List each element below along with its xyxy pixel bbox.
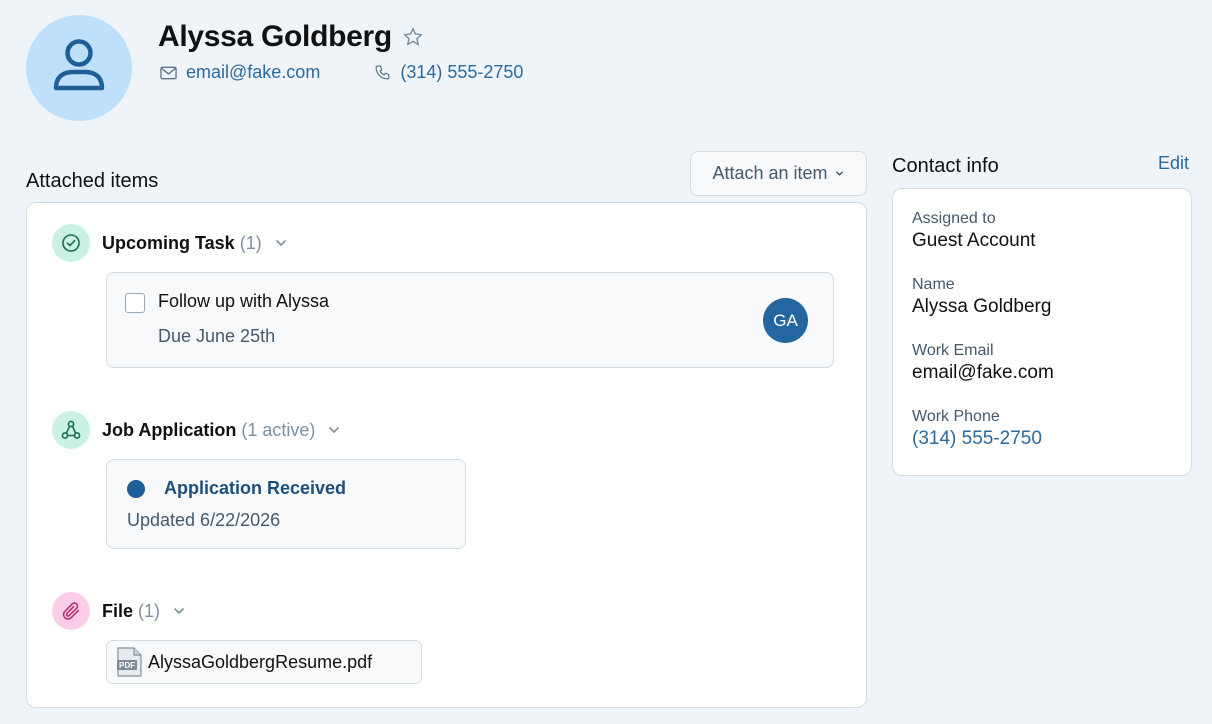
edit-contact-link[interactable]: Edit — [1158, 153, 1189, 174]
chevron-down-icon — [834, 168, 845, 179]
file-name: AlyssaGoldbergResume.pdf — [148, 651, 373, 672]
field-label: Work Phone — [912, 408, 1000, 425]
name-row: Alyssa Goldberg — [158, 20, 424, 54]
file-count: (1) — [138, 600, 161, 621]
assignee-avatar[interactable]: GA — [763, 298, 808, 343]
job-application-count: (1 active) — [241, 419, 316, 440]
user-icon — [49, 36, 109, 101]
task-title: Follow up with Alyssa — [158, 291, 330, 311]
check-circle-icon — [52, 224, 90, 262]
job-application-label: Job Application — [102, 419, 237, 440]
pdf-file-icon: PDF — [117, 647, 142, 677]
work-phone-link[interactable]: (314) 555-2750 — [912, 428, 1042, 450]
application-updated: Updated 6/22/2026 — [127, 510, 281, 530]
field-assigned-to: Assigned to Guest Account — [912, 210, 1036, 252]
contact-detail-page: Alyssa Goldberg email@fake.com (314) 555… — [0, 0, 1212, 724]
upcoming-task-label: Upcoming Task — [102, 232, 235, 253]
upcoming-task-toggle[interactable] — [274, 236, 288, 250]
star-icon[interactable] — [402, 26, 424, 48]
workflow-icon — [52, 411, 90, 449]
field-work-phone: Work Phone (314) 555-2750 — [912, 408, 1042, 450]
task-checkbox[interactable] — [125, 293, 145, 313]
job-application-card[interactable]: Application Received Updated 6/22/2026 — [106, 459, 466, 549]
status-dot — [127, 480, 145, 498]
field-label: Work Email — [912, 342, 994, 359]
field-value: email@fake.com — [912, 362, 1054, 383]
header-phone-text: (314) 555-2750 — [400, 62, 524, 82]
mail-icon — [160, 66, 186, 80]
file-toggle[interactable] — [172, 604, 186, 618]
header-email-link[interactable]: email@fake.com — [160, 62, 320, 83]
job-application-header: Job Application (1 active) — [52, 411, 341, 449]
contact-info-title: Contact info — [892, 155, 999, 177]
header-email-text: email@fake.com — [186, 62, 321, 82]
field-value: Guest Account — [912, 230, 1036, 251]
file-label: File — [102, 600, 134, 621]
svg-text:PDF: PDF — [119, 661, 135, 670]
upcoming-task-count: (1) — [239, 232, 262, 253]
application-status: Application Received — [164, 478, 347, 498]
field-label: Name — [912, 276, 955, 293]
attached-items-title: Attached items — [26, 170, 159, 192]
file-header: File (1) — [52, 592, 186, 630]
field-label: Assigned to — [912, 210, 996, 227]
paperclip-icon — [52, 592, 90, 630]
task-card[interactable]: Follow up with Alyssa Due June 25th GA — [106, 272, 834, 368]
job-application-toggle[interactable] — [327, 423, 341, 437]
field-name: Name Alyssa Goldberg — [912, 276, 1051, 318]
header-phone-link[interactable]: (314) 555-2750 — [374, 62, 523, 83]
file-attachment[interactable]: PDF AlyssaGoldbergResume.pdf — [106, 640, 422, 684]
task-due-date: Due June 25th — [158, 326, 276, 346]
attach-item-button[interactable]: Attach an item — [690, 151, 867, 196]
field-work-email: Work Email email@fake.com — [912, 342, 1054, 384]
contact-info-card: Assigned to Guest Account Name Alyssa Go… — [892, 188, 1192, 476]
contact-meta: email@fake.com (314) 555-2750 — [160, 62, 523, 83]
field-value: Alyssa Goldberg — [912, 296, 1052, 317]
attach-item-label: Attach an item — [712, 163, 828, 183]
contact-avatar — [26, 15, 132, 121]
phone-icon — [374, 64, 400, 81]
upcoming-task-header: Upcoming Task (1) — [52, 224, 288, 262]
attached-items-card: Upcoming Task (1) Follow up with Alyssa … — [26, 202, 867, 708]
contact-name: Alyssa Goldberg — [158, 20, 392, 53]
